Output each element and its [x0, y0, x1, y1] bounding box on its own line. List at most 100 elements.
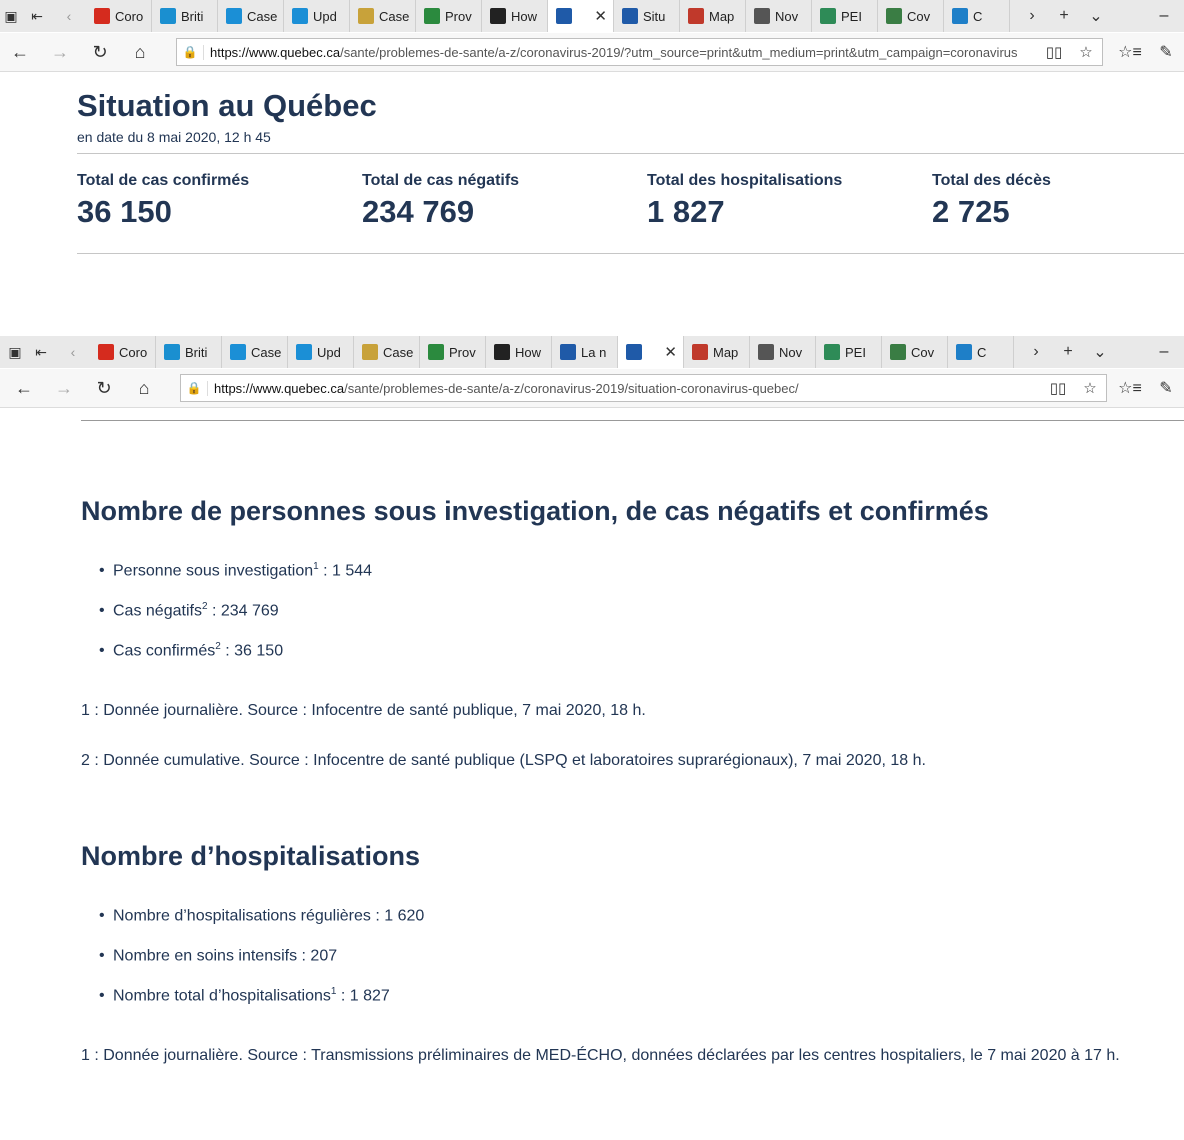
browser-tab[interactable]: PEI	[816, 336, 882, 368]
url-field[interactable]: 🔒 https://www.quebec.ca/sante/problemes-…	[176, 38, 1103, 66]
tab-actions-icon[interactable]: ▣	[0, 0, 22, 32]
browser-tab[interactable]: Coro	[86, 0, 152, 32]
browser-tab[interactable]: ✕	[548, 0, 614, 32]
item-label: Nombre en soins intensifs	[113, 947, 298, 965]
browser-tab[interactable]: Coro	[90, 336, 156, 368]
refresh-icon[interactable]: ↻	[80, 42, 120, 63]
lock-icon[interactable]: 🔒	[181, 381, 207, 395]
item-value: : 207	[297, 947, 338, 965]
section-heading-hospitalisations: Nombre d’hospitalisations	[81, 841, 421, 871]
browser-tab[interactable]: Upd	[284, 0, 350, 32]
green-banner-icon	[428, 344, 444, 360]
forward-icon[interactable]: →	[40, 42, 80, 63]
item-label: Cas négatifs	[113, 602, 202, 620]
tab-label: C	[973, 8, 983, 24]
forward-icon[interactable]: →	[44, 378, 84, 399]
browser-tab[interactable]: Case	[350, 0, 416, 32]
minimize-icon[interactable]: –	[1144, 343, 1184, 361]
browser-tab[interactable]: Briti	[156, 336, 222, 368]
browser-tab[interactable]: C	[948, 336, 1014, 368]
tab-actions-icon[interactable]: ▣	[4, 336, 26, 368]
item-label: Personne sous investigation	[113, 562, 314, 580]
scroll-tabs-right-icon[interactable]: ›	[1020, 343, 1052, 361]
tab-label: Case	[251, 344, 282, 360]
back-icon[interactable]: ←	[4, 378, 44, 399]
browser-tab[interactable]: Map	[684, 336, 750, 368]
new-tab-icon[interactable]: +	[1052, 343, 1084, 361]
browser-tab[interactable]: Cov	[878, 0, 944, 32]
browser-tab[interactable]: PEI	[812, 0, 878, 32]
browser-tab[interactable]: Prov	[420, 336, 486, 368]
canada-flag-icon	[98, 344, 114, 360]
lock-icon[interactable]: 🔒	[177, 45, 203, 59]
browser-tab[interactable]: C	[944, 0, 1010, 32]
home-icon[interactable]: ⌂	[120, 42, 160, 63]
browser-tab[interactable]: Cov	[882, 336, 948, 368]
tab-label: Prov	[445, 8, 472, 24]
tab-label: Cov	[911, 344, 935, 360]
browser-tab[interactable]: ✕	[618, 336, 684, 368]
browser-tab[interactable]: Briti	[152, 0, 218, 32]
bc-icon	[164, 344, 180, 360]
back-icon[interactable]: ←	[0, 42, 40, 63]
circle-icon	[952, 8, 968, 24]
mail-icon	[758, 344, 774, 360]
pen-icon[interactable]: ✎	[1148, 378, 1184, 398]
tab-label: Prov	[449, 344, 476, 360]
browser-tab[interactable]: Upd	[288, 336, 354, 368]
tab-list-chevron-down-icon[interactable]: ⌄	[1084, 342, 1116, 362]
tab-label: La n	[581, 344, 607, 360]
list-item: • Nombre d’hospitalisations régulières : …	[99, 907, 425, 925]
browser-tab[interactable]: Case	[222, 336, 288, 368]
tab-controls: › + ⌄	[1016, 6, 1112, 26]
reading-view-icon[interactable]: ▯▯	[1042, 379, 1074, 397]
browser-tab[interactable]: Prov	[416, 0, 482, 32]
browser-tab[interactable]: Map	[680, 0, 746, 32]
close-tab-icon[interactable]: ✕	[594, 7, 607, 25]
set-aside-tabs-icon[interactable]: ⇤	[26, 336, 56, 368]
minimize-icon[interactable]: –	[1144, 7, 1184, 25]
shield-icon	[490, 8, 506, 24]
set-aside-tabs-icon[interactable]: ⇤	[22, 0, 52, 32]
stat-deaths: Total des décès 2 725	[932, 172, 1051, 230]
footnote-1: 1 : Donnée journalière. Source : Infocen…	[81, 702, 646, 719]
url-field[interactable]: 🔒 https://www.quebec.ca/sante/problemes-…	[180, 374, 1107, 402]
divider	[81, 420, 1184, 421]
map-icon	[692, 344, 708, 360]
home-icon[interactable]: ⌂	[124, 378, 164, 399]
scroll-tabs-right-icon[interactable]: ›	[1016, 7, 1048, 25]
circle-icon	[956, 344, 972, 360]
tab-label: Coro	[115, 8, 144, 24]
browser-tab[interactable]: Nov	[746, 0, 812, 32]
page-title: Situation au Québec	[77, 88, 377, 123]
favorites-list-icon[interactable]: ☆≡	[1112, 42, 1148, 62]
browser-tab[interactable]: Case	[354, 336, 420, 368]
favorites-list-icon[interactable]: ☆≡	[1112, 378, 1148, 398]
browser-tab[interactable]: How	[486, 336, 552, 368]
browser-tab[interactable]: How	[482, 0, 548, 32]
stat-hospitalisations: Total des hospitalisations 1 827	[647, 172, 842, 230]
reading-view-icon[interactable]: ▯▯	[1038, 43, 1070, 61]
browser-tab[interactable]: Nov	[750, 336, 816, 368]
doc-icon	[358, 8, 374, 24]
globe-icon	[886, 8, 902, 24]
tab-list-chevron-down-icon[interactable]: ⌄	[1080, 6, 1112, 26]
new-tab-icon[interactable]: +	[1048, 7, 1080, 25]
stat-label: Total des hospitalisations	[647, 172, 843, 189]
stat-confirmed: Total de cas confirmés 36 150	[77, 172, 249, 230]
scroll-tabs-left-icon[interactable]: ‹	[56, 336, 90, 368]
scroll-tabs-left-icon[interactable]: ‹	[52, 0, 86, 32]
tab-label: Nov	[779, 344, 803, 360]
browser-tab[interactable]: Situ	[614, 0, 680, 32]
pen-icon[interactable]: ✎	[1148, 42, 1184, 62]
browser-tab[interactable]: La n	[552, 336, 618, 368]
close-tab-icon[interactable]: ✕	[664, 343, 677, 361]
favorite-star-icon[interactable]: ☆	[1070, 43, 1102, 61]
refresh-icon[interactable]: ↻	[84, 378, 124, 399]
favorite-star-icon[interactable]: ☆	[1074, 379, 1106, 397]
green-banner-icon	[424, 8, 440, 24]
pei-icon	[820, 8, 836, 24]
browser-tab[interactable]: Case	[218, 0, 284, 32]
tab-label: How	[515, 344, 542, 360]
stat-value: 1 827	[647, 194, 725, 229]
